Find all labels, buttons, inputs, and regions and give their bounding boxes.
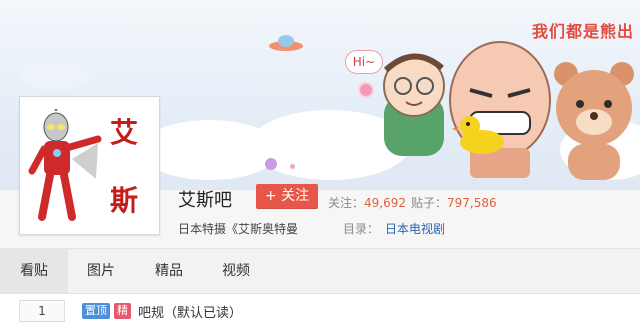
reply-count: 1 [19,300,65,322]
forum-tabs: 看贴 图片 精品 视频 [0,249,640,294]
forum-category: 目录： 日本电视剧 [343,220,445,237]
cartoon-bald-man [449,41,551,178]
forum-title[interactable]: 艾斯吧 [178,186,232,212]
cartoon-bear [554,62,634,180]
dot-decoration [290,164,295,169]
followers-count: 49,692 [364,196,407,210]
forum-description: 日本特摄《艾斯奥特曼 [178,222,299,236]
tab-images[interactable]: 图片 [70,249,132,293]
pinned-badge: 置顶 [82,303,110,319]
cloud-decoration [20,60,90,90]
ultraman-figure [28,109,102,221]
speech-bubble: Hi~ [345,50,383,74]
forum-avatar[interactable]: 艾 斯 [19,96,160,235]
tab-posts[interactable]: 看贴 [0,249,68,293]
tab-featured[interactable]: 精品 [138,249,200,293]
posts-stat: 贴子：797,586 [411,194,497,211]
posts-count: 797,586 [447,196,497,210]
posts-label: 贴子： [411,196,448,210]
dot-decoration [265,158,277,170]
follow-button[interactable]: + 关注 [256,184,318,209]
elite-badge: 精 [114,303,131,319]
tab-videos[interactable]: 视频 [205,249,267,293]
rubber-duck-icon [452,116,504,154]
followers-label: 关注： [328,196,365,210]
category-label: 目录： [343,222,380,236]
avatar-char-2: 斯 [110,184,139,217]
thread-title[interactable]: 吧规（默认已读） [138,302,242,321]
ufo-icon [269,35,303,51]
followers-stat: 关注：49,692 [328,194,406,211]
category-link[interactable]: 日本电视剧 [385,222,445,236]
banner-slogan: 我们都是熊出 [531,22,634,41]
avatar-image: 艾 斯 [24,101,153,228]
avatar-char-1: 艾 [110,116,139,149]
